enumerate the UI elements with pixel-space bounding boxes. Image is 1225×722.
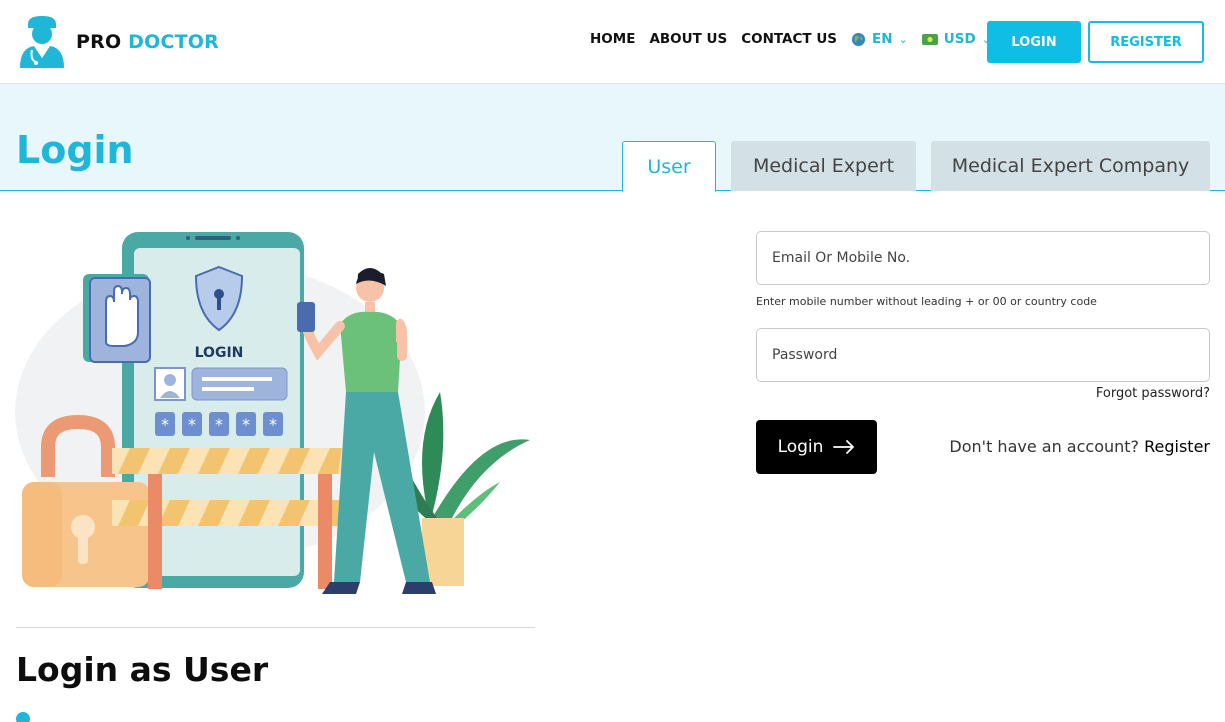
doctor-logo-icon	[20, 16, 64, 68]
globe-icon	[851, 32, 866, 46]
login-button[interactable]: Login	[756, 420, 877, 474]
currency-selector[interactable]: USD ⌄	[921, 31, 991, 47]
forgot-password-link[interactable]: Forgot password?	[1096, 386, 1210, 401]
svg-text:*: *	[161, 415, 169, 434]
brand-name-part1: PRO	[76, 31, 122, 53]
nav-about-us[interactable]: ABOUT US	[649, 31, 727, 47]
password-input[interactable]	[757, 329, 1209, 381]
page-title: Login	[16, 128, 134, 172]
illustration-login-text: LOGIN	[195, 345, 244, 361]
email-input[interactable]	[757, 232, 1209, 284]
bullet-icon	[16, 712, 30, 722]
banknote-icon	[921, 33, 938, 45]
tab-medical-expert-company[interactable]: Medical Expert Company	[931, 141, 1210, 191]
brand-name: PRO DOCTOR	[76, 31, 219, 53]
svg-text:*: *	[188, 415, 196, 434]
login-illustration: LOGIN * * * * *	[15, 232, 530, 594]
svg-text:*: *	[242, 415, 250, 434]
arrow-right-icon	[833, 440, 855, 454]
language-selector[interactable]: EN ⌄	[851, 31, 908, 47]
no-account-text: Don't have an account? Register	[949, 437, 1210, 456]
password-field[interactable]	[756, 328, 1210, 382]
chevron-down-icon: ⌄	[898, 32, 908, 46]
nav-home[interactable]: HOME	[590, 31, 635, 47]
brand-name-part2: DOCTOR	[128, 31, 219, 53]
language-value: EN	[872, 31, 893, 47]
header-register-button[interactable]: REGISTER	[1088, 21, 1204, 63]
logo[interactable]: PRO DOCTOR	[18, 14, 219, 70]
svg-text:*: *	[215, 415, 223, 434]
login-button-label: Login	[777, 437, 824, 457]
register-link[interactable]: Register	[1144, 437, 1210, 456]
nav-contact-us[interactable]: CONTACT US	[741, 31, 837, 47]
currency-value: USD	[943, 31, 976, 47]
tab-medical-expert[interactable]: Medical Expert	[731, 141, 916, 191]
no-account-label: Don't have an account?	[949, 437, 1145, 456]
main-nav: HOME ABOUT US CONTACT US EN ⌄ USD ⌄	[590, 31, 1005, 47]
content-divider	[16, 627, 535, 628]
page-banner: Login User Medical Expert Medical Expert…	[0, 84, 1225, 192]
info-bullet	[16, 712, 40, 722]
section-title: Login as User	[16, 650, 269, 689]
tab-user[interactable]: User	[622, 141, 716, 192]
header-login-button[interactable]: LOGIN	[987, 21, 1081, 63]
svg-text:*: *	[269, 415, 277, 434]
email-field[interactable]	[756, 231, 1210, 285]
site-header: PRO DOCTOR HOME ABOUT US CONTACT US EN ⌄…	[0, 0, 1225, 84]
email-hint: Enter mobile number without leading + or…	[756, 295, 1097, 308]
